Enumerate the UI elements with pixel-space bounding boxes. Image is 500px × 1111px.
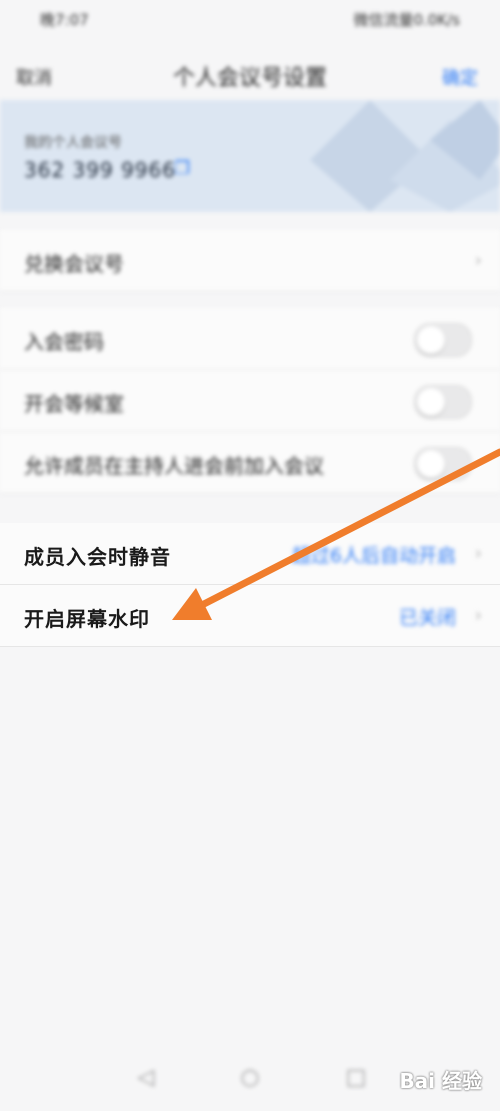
arrow-shaft [198,448,500,609]
watermark-logo: Bai 经验 [399,1069,482,1093]
recents-icon[interactable]: □ [338,1060,374,1096]
annotation-arrow [172,448,500,620]
home-icon[interactable]: ○ [232,1060,268,1096]
back-icon[interactable]: ◁ [128,1060,164,1096]
